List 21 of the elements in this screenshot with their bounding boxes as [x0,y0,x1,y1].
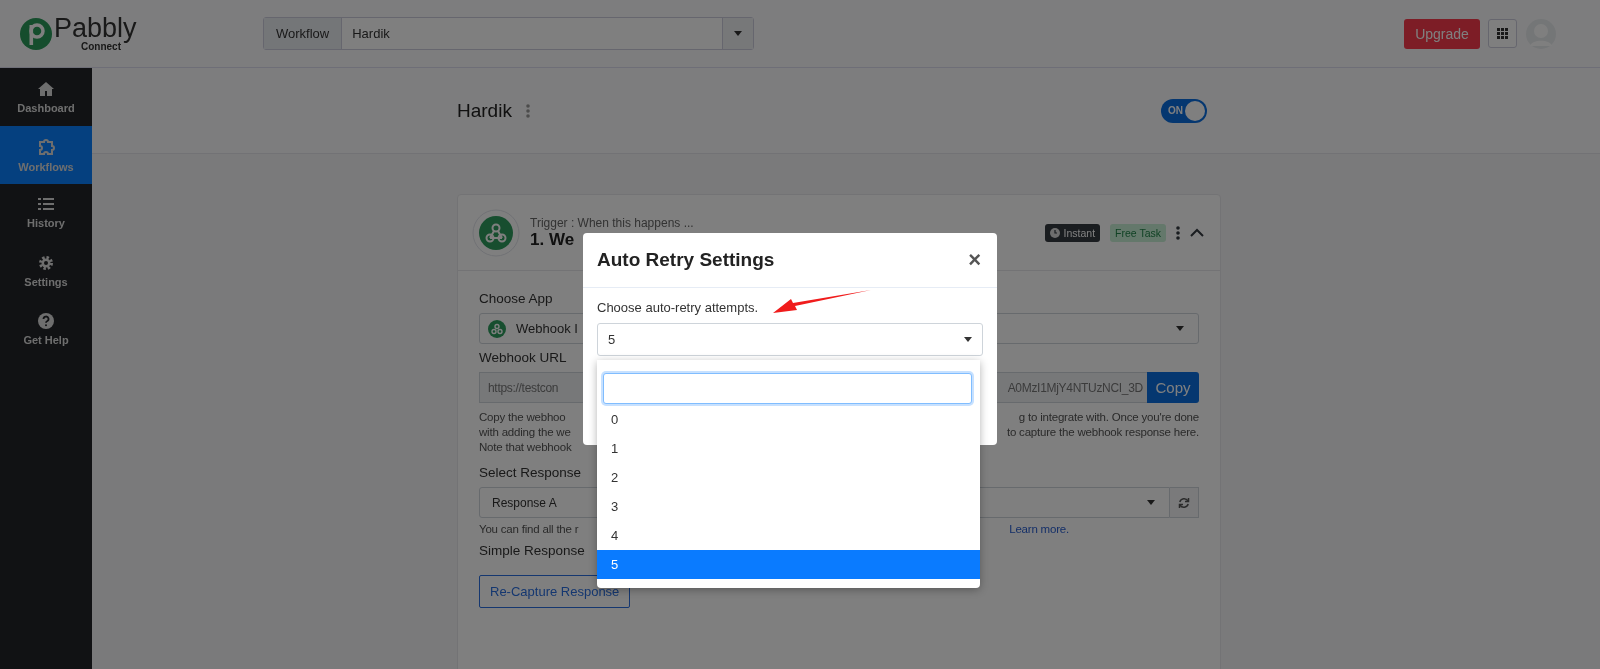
trigger-subtitle: Trigger : When this happens ... [530,215,694,230]
field-label: Simple Response [479,543,585,558]
description-text: with adding the we [479,425,571,440]
description-text: Note that webhook [479,440,572,455]
logo-subtitle: Connect [81,42,121,52]
description-text: Copy the webhoo [479,410,566,425]
workflow-label: Workflow [264,18,343,49]
field-label: Choose App [479,291,553,306]
workflow-value: Hardik [351,26,391,41]
field-label: Webhook URL [479,350,567,365]
field-label: Choose auto-retry attempts. [597,300,760,315]
badge: Instant [1044,223,1101,242]
workflow-title: Hardik [457,99,512,122]
trigger-title: 1. We [530,229,576,250]
logo-name: Pabbly [54,15,137,42]
field-label: Select Response [479,465,582,480]
badge: Free Task [1110,223,1166,242]
modal-title: Auto Retry Settings [597,249,775,271]
description-text: g to integrate with. Once you're done [1018,410,1199,425]
description-text: to capture the webhook response here. [1006,425,1199,440]
hint-text: You can find all the r [479,522,579,537]
